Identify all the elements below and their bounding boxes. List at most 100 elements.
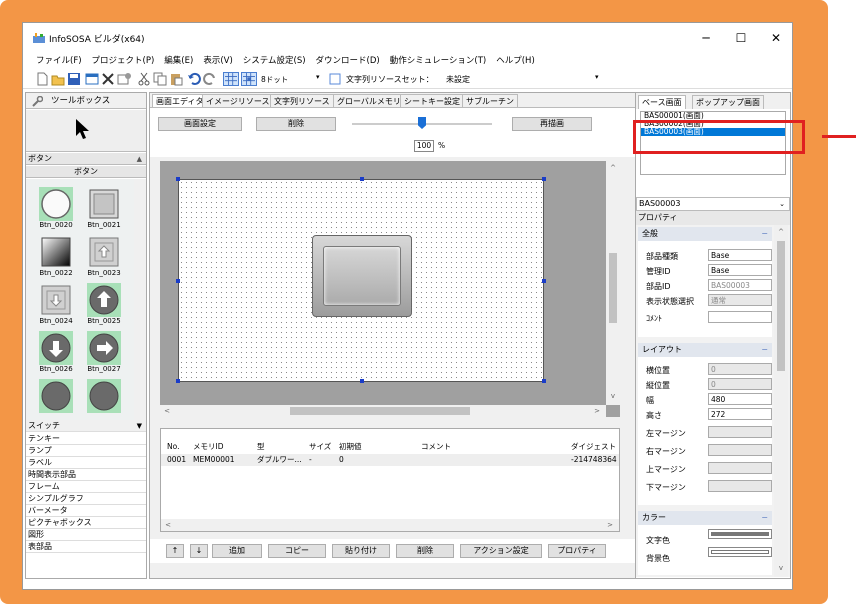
part-selector-combo[interactable]: BAS00003 ⌄ [636,197,790,211]
minimize-button[interactable]: ─ [689,27,723,49]
cut-icon[interactable] [137,72,151,86]
column-header[interactable]: 型 [257,441,265,453]
column-header[interactable]: 初期値 [339,441,362,453]
delete-screen-button[interactable]: 削除 [256,117,336,131]
table-row[interactable]: 0001 MEM00001 ダブルワー... - 0 -214748364 [161,454,619,466]
column-header[interactable]: サイズ [309,441,331,453]
category-item[interactable]: ラベル [26,457,146,469]
tab-screen-editor[interactable]: 画面エディタ [152,94,208,107]
copy-icon[interactable] [153,72,167,86]
move-up-button[interactable]: ↑ [166,544,184,558]
toolbox-button-item[interactable]: Btn_0021 [82,185,126,231]
scroll-thumb[interactable] [777,241,785,371]
menu-system[interactable]: システム設定(S) [238,53,311,69]
undo-icon[interactable] [187,72,201,86]
group-layout[interactable]: レイアウト − [638,343,772,357]
delete-icon[interactable] [101,72,115,86]
paste-icon[interactable] [169,72,183,86]
placed-button-part[interactable] [312,235,412,317]
close-button[interactable]: ✕ [759,27,792,49]
category-item[interactable]: 図形 [26,529,146,541]
scroll-left-icon[interactable]: < [162,406,172,416]
save-icon[interactable] [67,72,81,86]
charset-value[interactable]: 未設定 [446,74,470,85]
delete-row-button[interactable]: 削除 [396,544,454,558]
menu-project[interactable]: プロジェクト(P) [87,53,160,69]
menu-simulation[interactable]: 動作シミュレーション(T) [385,53,492,69]
paste-button[interactable]: 貼り付け [332,544,390,558]
tab-base-screen[interactable]: ベース画面 [638,95,686,109]
scroll-thumb[interactable] [290,407,470,415]
maximize-button[interactable]: ☐ [724,27,758,49]
pointer-tool[interactable] [26,110,146,152]
screen-settings-button[interactable]: 画面設定 [158,117,242,131]
move-down-button[interactable]: ↓ [190,544,208,558]
menu-file[interactable]: ファイル(F) [31,53,87,69]
menu-help[interactable]: ヘルプ(H) [491,53,540,69]
scroll-up-icon[interactable]: ^ [776,227,786,237]
group-color[interactable]: カラー − [638,511,772,525]
property-value[interactable]: Base [708,264,772,276]
tab-image-resource[interactable]: イメージリソース [202,94,274,107]
redraw-button[interactable]: 再描画 [512,117,592,131]
category-item[interactable]: 時間表示部品 [26,469,146,481]
resize-handle[interactable] [176,279,180,283]
tab-sheet-key[interactable]: シートキー設定 [400,94,464,107]
copy-button[interactable]: コピー [268,544,326,558]
toolbox-button-item[interactable]: Btn_0027 [82,329,126,375]
table-horizontal-scrollbar[interactable]: < > [161,519,619,531]
category-switch[interactable]: スイッチ ▼ [26,420,146,432]
scroll-down-icon[interactable]: v [608,391,618,401]
property-value[interactable]: 272 [708,408,772,420]
resize-handle[interactable] [176,379,180,383]
gallery-scrollbar[interactable] [134,179,146,420]
property-value[interactable]: 480 [708,393,772,405]
category-item[interactable]: シンプルグラフ [26,493,146,505]
tab-string-resource[interactable]: 文字列リソース [270,94,334,107]
menu-edit[interactable]: 編集(E) [159,53,198,69]
tab-subroutine[interactable]: サブルーチン [462,94,518,107]
collapse-icon[interactable]: − [761,343,768,357]
menu-download[interactable]: ダウンロード(D) [311,53,385,69]
toolbox-button-item[interactable] [34,377,78,420]
chevron-down-icon[interactable]: ⌄ [779,198,785,210]
column-header[interactable]: ダイジェスト [571,441,616,453]
scroll-down-icon[interactable]: v [776,563,786,573]
property-scrollbar[interactable]: ^ v [774,225,788,577]
property-value[interactable]: Base [708,249,772,261]
tab-popup-screen[interactable]: ポップアップ画面 [692,95,764,109]
group-general[interactable]: 全般 − [638,227,772,241]
snap-grid-icon[interactable] [241,72,257,86]
zoom-input[interactable]: 100 [414,140,434,152]
collapse-icon[interactable]: − [761,511,768,525]
category-item[interactable]: バーメータ [26,505,146,517]
zoom-slider-thumb[interactable] [418,117,426,129]
dot-size-dropdown-icon[interactable]: ▾ [316,73,320,81]
new-file-icon[interactable] [35,72,49,86]
category-item[interactable]: ランプ [26,445,146,457]
screen-settings-icon[interactable] [117,72,131,86]
resize-handle[interactable] [542,279,546,283]
category-header[interactable]: ボタン ▲ [26,153,146,165]
scroll-thumb[interactable] [609,253,617,323]
collapse-icon[interactable]: − [761,227,768,241]
tab-global-memory[interactable]: グローバルメモリ [333,94,405,107]
toolbox-button-item[interactable]: Btn_0024 [34,281,78,327]
category-item[interactable]: テンキー [26,433,146,445]
scroll-left-icon[interactable]: < [163,520,173,530]
resize-handle[interactable] [542,177,546,181]
resize-handle[interactable] [542,379,546,383]
redo-icon[interactable] [203,72,217,86]
scroll-up-icon[interactable]: ^ [608,163,618,173]
column-header[interactable]: コメント [421,441,451,453]
collapse-up-icon[interactable]: ▲ [137,153,142,165]
toolbox-button-item[interactable]: Btn_0025 [82,281,126,327]
action-settings-button[interactable]: アクション設定 [460,544,542,558]
open-folder-icon[interactable] [51,72,65,86]
design-screen[interactable] [176,177,546,383]
resize-handle[interactable] [360,177,364,181]
resize-handle[interactable] [360,379,364,383]
scroll-right-icon[interactable]: > [592,406,602,416]
canvas-horizontal-scrollbar[interactable]: < > [160,405,606,417]
toolbox-button-item[interactable]: Btn_0026 [34,329,78,375]
